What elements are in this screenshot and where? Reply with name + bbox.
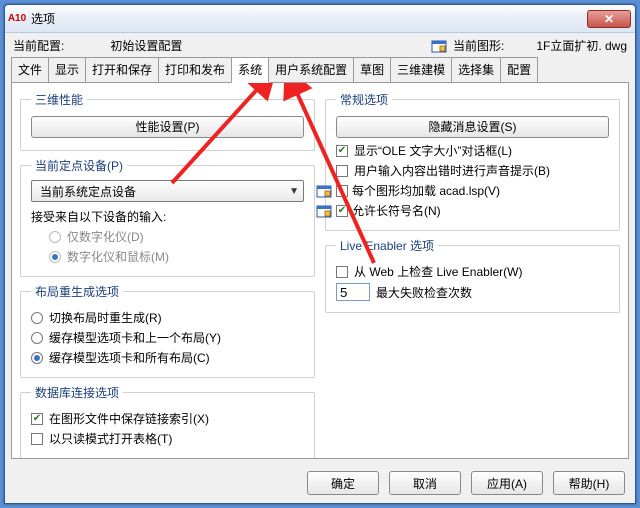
legend-pointing-device: 当前定点设备(P) xyxy=(31,157,127,174)
drawing-label: 当前图形: xyxy=(453,37,504,54)
legend-3d-performance: 三维性能 xyxy=(31,91,87,108)
left-column: 三维性能 性能设置(P) 当前定点设备(P) 当前系统定点设备 ▼ 接受来自以下… xyxy=(20,91,315,454)
checkbox-icon xyxy=(336,165,348,177)
chk-readonly-tables[interactable]: 以只读模式打开表格(T) xyxy=(31,430,304,447)
checkbox-icon xyxy=(336,145,348,157)
pointing-device-value: 当前系统定点设备 xyxy=(40,183,289,200)
opt-digitizer-mouse: 数字化仪和鼠标(M) xyxy=(49,248,304,265)
chk-ole-size-label: 显示“OLE 文字大小”对话框(L) xyxy=(354,142,512,159)
opt-regen-switch-label: 切换布局时重生成(R) xyxy=(49,309,162,326)
radio-icon xyxy=(31,312,43,324)
max-fail-input[interactable] xyxy=(336,283,370,301)
chk-load-acadlsp-label: 每个图形均加载 acad.lsp(V) xyxy=(352,182,500,199)
tab-opensave[interactable]: 打开和保存 xyxy=(85,57,159,83)
group-general-options: 常规选项 隐藏消息设置(S) 显示“OLE 文字大小”对话框(L) 用户输入内容… xyxy=(325,91,620,231)
radio-icon xyxy=(49,231,61,243)
tab-3dmodel[interactable]: 三维建模 xyxy=(390,57,452,83)
pointing-device-select[interactable]: 当前系统定点设备 ▼ xyxy=(31,180,304,202)
chk-beep-error[interactable]: 用户输入内容出错时进行声音提示(B) xyxy=(336,162,609,179)
tab-userpref[interactable]: 用户系统配置 xyxy=(268,57,354,83)
chk-readonly-tables-label: 以只读模式打开表格(T) xyxy=(49,430,172,447)
profile-value: 初始设置配置 xyxy=(110,37,200,54)
opt-digitizer-only: 仅数字化仪(D) xyxy=(49,228,304,245)
chk-load-acadlsp[interactable]: 每个图形均加载 acad.lsp(V) xyxy=(336,182,609,199)
close-button[interactable]: ✕ xyxy=(587,10,631,28)
chk-long-names-label: 允许长符号名(N) xyxy=(352,202,441,219)
group-3d-performance: 三维性能 性能设置(P) xyxy=(20,91,315,151)
titlebar[interactable]: A10 选项 ✕ xyxy=(5,5,635,33)
chk-beep-error-label: 用户输入内容出错时进行声音提示(B) xyxy=(354,162,550,179)
opt-cache-all-label: 缓存模型选项卡和所有布局(C) xyxy=(49,349,210,366)
hidden-message-settings-button[interactable]: 隐藏消息设置(S) xyxy=(336,116,609,138)
checkbox-icon xyxy=(336,185,348,197)
help-button[interactable]: 帮助(H) xyxy=(553,471,625,495)
tab-system[interactable]: 系统 xyxy=(231,57,269,83)
legend-general-options: 常规选项 xyxy=(336,91,392,108)
chk-ole-size[interactable]: 显示“OLE 文字大小”对话框(L) xyxy=(336,142,609,159)
legend-live-enabler: Live Enabler 选项 xyxy=(336,237,438,254)
right-column: 常规选项 隐藏消息设置(S) 显示“OLE 文字大小”对话框(L) 用户输入内容… xyxy=(325,91,620,454)
performance-settings-button[interactable]: 性能设置(P) xyxy=(31,116,304,138)
app-icon: A10 xyxy=(9,11,25,27)
opt-cache-all[interactable]: 缓存模型选项卡和所有布局(C) xyxy=(31,349,304,366)
tab-plot[interactable]: 打印和发布 xyxy=(158,57,232,83)
checkbox-icon xyxy=(336,205,348,217)
drawing-badge-icon xyxy=(316,183,332,199)
checkbox-icon xyxy=(31,413,43,425)
opt-cache-last-label: 缓存模型选项卡和上一个布局(Y) xyxy=(49,329,221,346)
opt-digitizer-only-label: 仅数字化仪(D) xyxy=(67,228,144,245)
options-dialog: A10 选项 ✕ 当前配置: 初始设置配置 当前图形: 1F立面扩初. dwg … xyxy=(4,4,636,504)
chk-store-index-label: 在图形文件中保存链接索引(X) xyxy=(49,410,209,427)
drawing-value: 1F立面扩初. dwg xyxy=(536,37,627,54)
apply-button[interactable]: 应用(A) xyxy=(471,471,543,495)
checkbox-icon xyxy=(336,266,348,278)
tab-drafting[interactable]: 草图 xyxy=(353,57,391,83)
chevron-down-icon: ▼ xyxy=(289,186,299,197)
chk-check-web-label: 从 Web 上检查 Live Enabler(W) xyxy=(354,263,523,280)
ok-button[interactable]: 确定 xyxy=(307,471,379,495)
tab-display[interactable]: 显示 xyxy=(48,57,86,83)
chk-store-index[interactable]: 在图形文件中保存链接索引(X) xyxy=(31,410,304,427)
radio-icon xyxy=(31,352,43,364)
radio-icon xyxy=(49,251,61,263)
tab-strip: 文件 显示 打开和保存 打印和发布 系统 用户系统配置 草图 三维建模 选择集 … xyxy=(5,57,635,83)
checkbox-icon xyxy=(31,433,43,445)
drawing-badge-icon xyxy=(316,203,332,219)
accept-input-label: 接受来自以下设备的输入: xyxy=(31,208,304,225)
max-fail-label: 最大失败检查次数 xyxy=(376,284,472,301)
legend-layout-regen: 布局重生成选项 xyxy=(31,283,123,300)
tab-panel-system: 三维性能 性能设置(P) 当前定点设备(P) 当前系统定点设备 ▼ 接受来自以下… xyxy=(11,82,629,459)
drawing-icon xyxy=(431,38,447,54)
tab-files[interactable]: 文件 xyxy=(11,57,49,83)
tab-profiles[interactable]: 配置 xyxy=(500,57,538,83)
max-fail-row: 最大失败检查次数 xyxy=(336,283,609,301)
dialog-button-row: 确定 取消 应用(A) 帮助(H) xyxy=(5,465,635,503)
cancel-button[interactable]: 取消 xyxy=(389,471,461,495)
tab-selection[interactable]: 选择集 xyxy=(451,57,501,83)
group-layout-regen: 布局重生成选项 切换布局时重生成(R) 缓存模型选项卡和上一个布局(Y) 缓存模… xyxy=(20,283,315,378)
group-pointing-device: 当前定点设备(P) 当前系统定点设备 ▼ 接受来自以下设备的输入: 仅数字化仪(… xyxy=(20,157,315,277)
header-row: 当前配置: 初始设置配置 当前图形: 1F立面扩初. dwg xyxy=(5,33,635,56)
radio-icon xyxy=(31,332,43,344)
group-live-enabler: Live Enabler 选项 从 Web 上检查 Live Enabler(W… xyxy=(325,237,620,313)
window-title: 选项 xyxy=(31,10,55,27)
opt-digitizer-mouse-label: 数字化仪和鼠标(M) xyxy=(67,248,169,265)
group-db-connect: 数据库连接选项 在图形文件中保存链接索引(X) 以只读模式打开表格(T) xyxy=(20,384,315,459)
legend-db-connect: 数据库连接选项 xyxy=(31,384,123,401)
opt-cache-last[interactable]: 缓存模型选项卡和上一个布局(Y) xyxy=(31,329,304,346)
profile-label: 当前配置: xyxy=(13,37,64,54)
opt-regen-switch[interactable]: 切换布局时重生成(R) xyxy=(31,309,304,326)
chk-long-names[interactable]: 允许长符号名(N) xyxy=(336,202,609,219)
chk-check-web[interactable]: 从 Web 上检查 Live Enabler(W) xyxy=(336,263,609,280)
